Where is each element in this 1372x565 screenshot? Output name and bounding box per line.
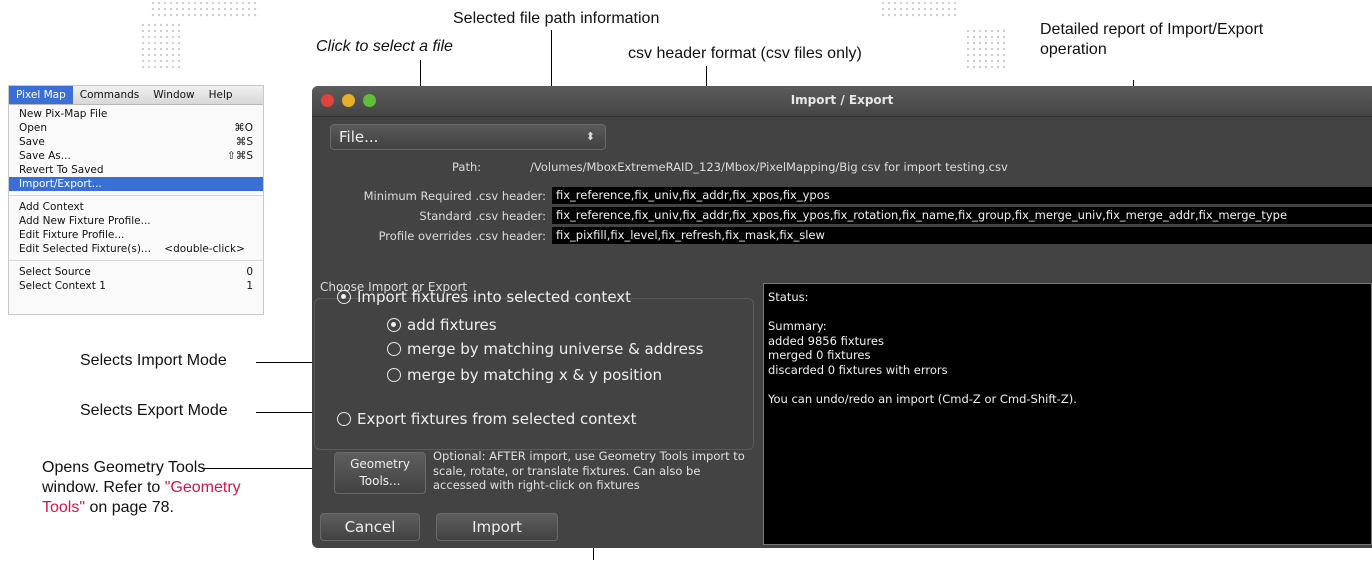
file-select-label: File...: [339, 128, 379, 146]
menu-item-save[interactable]: Save ⌘S: [9, 135, 263, 149]
decorative-dots: [150, 0, 260, 20]
annotation-selected-path: Selected file path information: [453, 10, 660, 27]
geometry-tools-button[interactable]: Geometry Tools...: [334, 452, 426, 494]
status-line: added 9856 fixtures: [768, 333, 884, 348]
pixel-map-menu: Pixel Map Commands Window Help New Pix-M…: [8, 85, 264, 315]
window-title: Import / Export: [790, 93, 894, 107]
cancel-button[interactable]: Cancel: [320, 513, 420, 541]
status-line: [768, 305, 1367, 320]
status-line: [768, 377, 1367, 392]
min-header-field[interactable]: fix_reference,fix_univ,fix_addr,fix_xpos…: [552, 187, 1372, 204]
status-report: Status: Summary: added 9856 fixtures mer…: [763, 283, 1372, 545]
import-export-window: Import / Export File... ⬍ Path: /Volumes…: [312, 86, 1372, 548]
annotation-csv-header: csv header format (csv files only): [628, 45, 862, 62]
add-fixtures-radio[interactable]: add fixtures: [387, 316, 497, 334]
geometry-button-line1: Geometry: [350, 457, 410, 471]
menu-commands[interactable]: Commands: [73, 86, 146, 104]
status-line: Summary:: [768, 319, 827, 333]
radio-unselected-icon: [337, 412, 351, 426]
import-radio[interactable]: Import fixtures into selected context: [337, 288, 631, 306]
status-line: merged 0 fixtures: [768, 348, 871, 362]
annotation-detailed-report: Detailed report of Import/Export operati…: [1040, 21, 1264, 58]
menu-item-select-context[interactable]: Select Context 11: [9, 279, 263, 293]
menu-item-open[interactable]: Open ⌘O: [9, 121, 263, 135]
path-value: /Volumes/MboxExtremeRAID_123/Mbox/PixelM…: [530, 160, 1008, 174]
decorative-dots: [880, 0, 960, 18]
decorative-dots: [965, 28, 1005, 70]
menu-item-add-profile[interactable]: Add New Fixture Profile...: [9, 214, 263, 228]
menu-help[interactable]: Help: [202, 86, 240, 104]
radio-unselected-icon: [387, 342, 401, 356]
import-button[interactable]: Import: [436, 513, 558, 541]
annotation-click-select: Click to select a file: [316, 38, 453, 55]
menu-separator: [9, 195, 263, 196]
export-radio-label: Export fixtures from selected context: [357, 410, 637, 428]
add-fixtures-label: add fixtures: [407, 316, 497, 334]
menu-item-revert[interactable]: Revert To Saved: [9, 163, 263, 177]
title-bar: Import / Export: [312, 86, 1372, 117]
status-line: discarded 0 fixtures with errors: [768, 362, 948, 377]
menu-bar: Pixel Map Commands Window Help: [9, 86, 263, 105]
annotation-geometry-tools: Opens Geometry Tools window. Refer to "G…: [42, 458, 252, 518]
updown-arrows-icon: ⬍: [585, 130, 595, 143]
annotation-geometry-page: on page 78.: [85, 499, 174, 516]
menu-item-edit-profile[interactable]: Edit Fixture Profile...: [9, 228, 263, 242]
annotation-selects-import: Selects Import Mode: [80, 352, 227, 369]
menu-separator: [9, 260, 263, 261]
menu-window[interactable]: Window: [146, 86, 201, 104]
profile-header-field[interactable]: fix_pixfill,fix_level,fix_refresh,fix_ma…: [552, 227, 1372, 244]
geometry-button-line2: Tools...: [359, 474, 401, 488]
status-line: Status:: [768, 290, 809, 304]
menu-pixel-map[interactable]: Pixel Map: [9, 86, 73, 104]
menu-item-save-as[interactable]: Save As... ⇧⌘S: [9, 149, 263, 163]
merge-universe-label: merge by matching universe & address: [407, 340, 704, 358]
merge-universe-radio[interactable]: merge by matching universe & address: [387, 340, 704, 358]
merge-xy-label: merge by matching x & y position: [407, 366, 662, 384]
menu-item-edit-fixtures[interactable]: Edit Selected Fixture(s)... <double-clic…: [9, 242, 263, 256]
decorative-dots: [140, 22, 180, 72]
menu-item-import-export[interactable]: Import/Export...: [9, 177, 263, 191]
radio-unselected-icon: [387, 368, 401, 382]
menu-item-new[interactable]: New Pix-Map File: [9, 107, 263, 121]
menu-item-select-source[interactable]: Select Source 0: [9, 265, 263, 279]
file-select-popup[interactable]: File... ⬍: [330, 124, 606, 150]
import-radio-label: Import fixtures into selected context: [357, 288, 632, 306]
merge-xy-radio[interactable]: merge by matching x & y position: [387, 366, 662, 384]
path-label: Path:: [452, 160, 482, 174]
radio-selected-icon: [387, 318, 401, 332]
export-radio[interactable]: Export fixtures from selected context: [337, 410, 637, 428]
radio-selected-icon: [337, 290, 351, 304]
annotation-selects-export: Selects Export Mode: [80, 402, 228, 419]
standard-header-field[interactable]: fix_reference,fix_univ,fix_addr,fix_xpos…: [552, 207, 1372, 224]
status-line: You can undo/redo an import (Cmd-Z or Cm…: [768, 391, 1077, 406]
leader-line: [202, 468, 330, 469]
standard-header-label: Standard .csv header:: [419, 209, 546, 223]
optional-note: Optional: AFTER import, use Geometry Too…: [433, 449, 745, 492]
min-header-label: Minimum Required .csv header:: [363, 189, 546, 203]
profile-header-label: Profile overrides .csv header:: [378, 229, 546, 243]
menu-item-add-context[interactable]: Add Context: [9, 200, 263, 214]
